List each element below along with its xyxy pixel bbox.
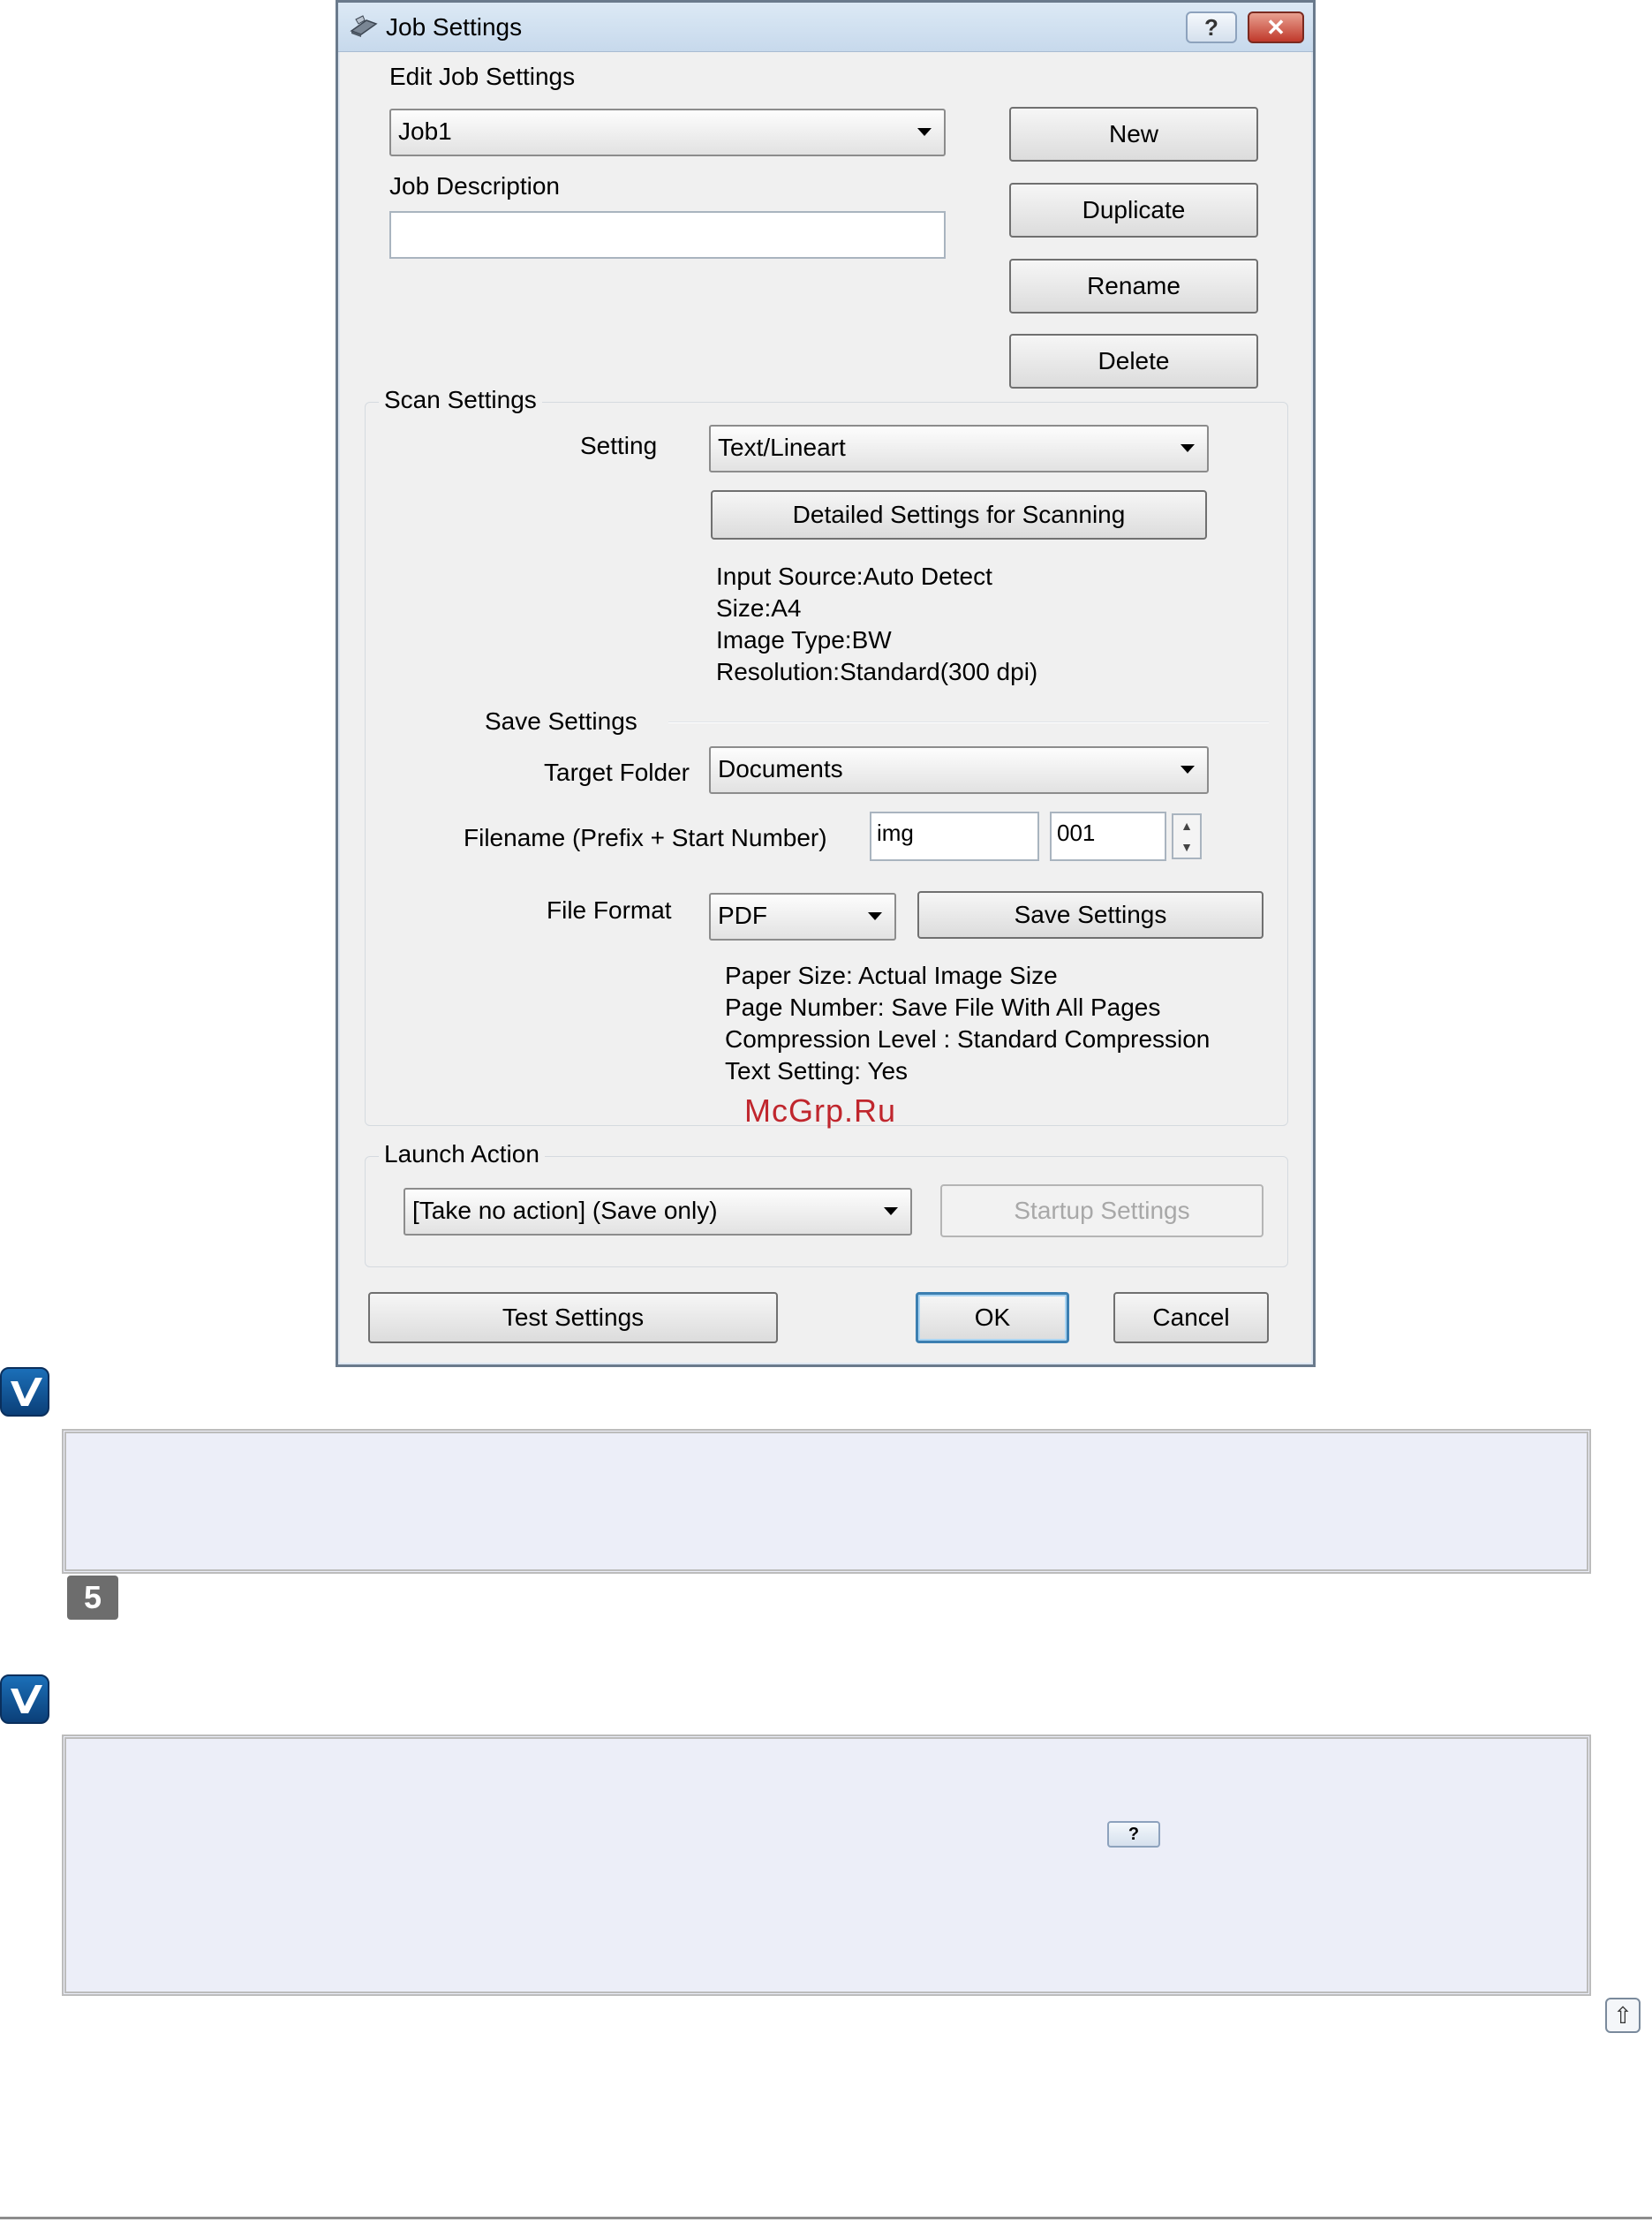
save-settings-button[interactable]: Save Settings: [917, 891, 1264, 939]
chevron-down-icon: [1181, 444, 1195, 452]
save-info-compression: Compression Level : Standard Compression: [725, 1025, 1211, 1053]
title-bar[interactable]: Job Settings ? ✕: [338, 3, 1313, 52]
save-settings-separator: [668, 722, 1269, 723]
scan-settings-caption: Scan Settings: [379, 386, 542, 414]
note-box-1: [62, 1429, 1591, 1574]
save-settings-caption: Save Settings: [485, 707, 637, 735]
file-format-value: PDF: [718, 902, 767, 929]
start-number-input[interactable]: 001: [1050, 812, 1166, 861]
save-info-text-setting: Text Setting: Yes: [725, 1057, 909, 1085]
chevron-down-icon: [1181, 766, 1195, 774]
job-select[interactable]: Job1: [389, 109, 946, 156]
help-icon[interactable]: ?: [1186, 11, 1237, 43]
close-icon[interactable]: ✕: [1248, 11, 1304, 43]
test-settings-button[interactable]: Test Settings: [368, 1292, 778, 1343]
spin-down-icon[interactable]: ▼: [1173, 836, 1200, 858]
setting-select-value: Text/Lineart: [718, 434, 846, 461]
target-folder-label: Target Folder: [544, 759, 690, 786]
startup-settings-button: Startup Settings: [940, 1184, 1264, 1237]
chevron-down-icon: [917, 128, 932, 136]
target-folder-value: Documents: [718, 755, 843, 782]
back-to-top-icon[interactable]: ⇧: [1605, 1998, 1641, 2033]
step-number-badge: 5: [67, 1576, 118, 1620]
save-info-paper-size: Paper Size: Actual Image Size: [725, 962, 1058, 989]
new-button[interactable]: New: [1009, 107, 1258, 162]
cancel-button[interactable]: Cancel: [1113, 1292, 1269, 1343]
edit-job-settings-label: Edit Job Settings: [389, 63, 576, 90]
job-settings-dialog: Job Settings ? ✕ Edit Job Settings Job1 …: [336, 0, 1316, 1367]
scan-info-image-type: Image Type:BW: [716, 626, 892, 654]
job-description-input[interactable]: [389, 211, 946, 259]
save-info-page-number: Page Number: Save File With All Pages: [725, 994, 1161, 1021]
chevron-down-icon: [868, 912, 882, 920]
launch-action-value: [Take no action] (Save only): [412, 1197, 718, 1224]
scan-info-input-source: Input Source:Auto Detect: [716, 563, 992, 590]
detailed-settings-button[interactable]: Detailed Settings for Scanning: [711, 490, 1207, 540]
delete-button[interactable]: Delete: [1009, 334, 1258, 389]
ok-button[interactable]: OK: [916, 1292, 1069, 1343]
note-checkmark-icon: [0, 1674, 49, 1724]
bottom-divider: [0, 2217, 1652, 2219]
scanner-icon: [349, 13, 379, 40]
scan-info-size: Size:A4: [716, 594, 802, 622]
launch-action-caption: Launch Action: [379, 1140, 545, 1168]
file-format-label: File Format: [547, 896, 672, 924]
launch-action-select[interactable]: [Take no action] (Save only): [404, 1188, 912, 1236]
job-description-label: Job Description: [389, 172, 560, 200]
spin-up-icon[interactable]: ▲: [1173, 815, 1200, 836]
help-icon: ?: [1107, 1821, 1160, 1848]
chevron-down-icon: [884, 1207, 898, 1215]
setting-label: Setting: [580, 432, 658, 459]
scan-info-resolution: Resolution:Standard(300 dpi): [716, 658, 1038, 685]
note-checkmark-icon: [0, 1367, 49, 1417]
dialog-title: Job Settings: [386, 13, 523, 41]
duplicate-button[interactable]: Duplicate: [1009, 183, 1258, 238]
job-select-value: Job1: [398, 117, 452, 145]
target-folder-select[interactable]: Documents: [709, 746, 1209, 794]
note-box-2: [62, 1735, 1591, 1996]
filename-label: Filename (Prefix + Start Number): [464, 824, 827, 851]
start-number-stepper[interactable]: ▲ ▼: [1172, 813, 1202, 859]
setting-select[interactable]: Text/Lineart: [709, 425, 1209, 472]
file-format-select[interactable]: PDF: [709, 893, 896, 941]
watermark-text: McGrp.Ru: [744, 1092, 897, 1129]
rename-button[interactable]: Rename: [1009, 259, 1258, 314]
filename-prefix-input[interactable]: img: [870, 812, 1039, 861]
